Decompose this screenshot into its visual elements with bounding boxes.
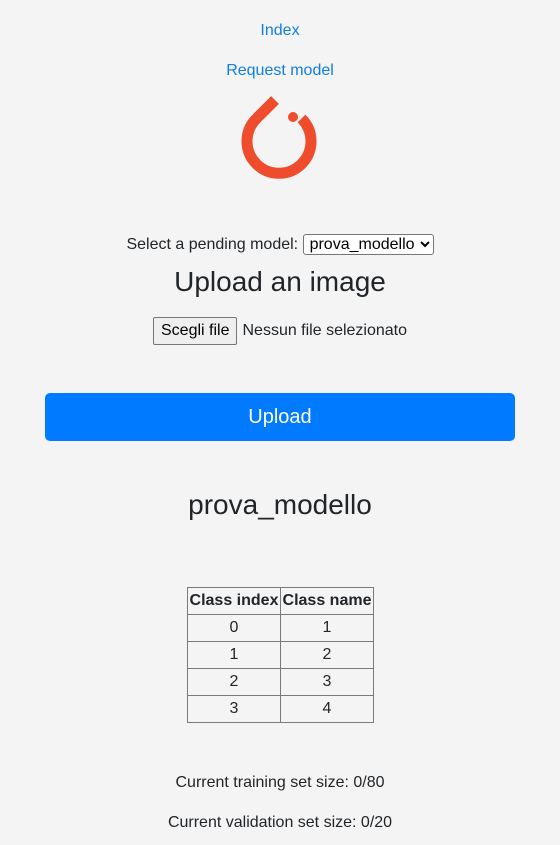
validation-set-size: Current validation set size: 0/20 (167, 814, 393, 831)
class-name-cell: 3 (280, 668, 374, 696)
training-set-size: Current training set size: 0/80 (175, 774, 385, 791)
class-index-cell: 2 (187, 668, 281, 696)
class-name-cell: 4 (280, 695, 374, 723)
index-link[interactable]: Index (0, 21, 560, 41)
table-row: 2 3 (187, 668, 374, 696)
class-name-header: Class name (280, 587, 374, 615)
table-row: 1 2 (187, 641, 374, 669)
class-index-cell: 1 (187, 641, 281, 669)
class-index-cell: 0 (187, 614, 281, 642)
file-input[interactable]: Scegli file Nessun file selezionato (153, 316, 407, 345)
table-row: 0 1 (187, 614, 374, 642)
class-name-cell: 1 (280, 614, 374, 642)
class-index-header: Class index (187, 587, 281, 615)
file-status-text: Nessun file selezionato (242, 321, 408, 339)
class-name-cell: 2 (280, 641, 374, 669)
pending-model-label: Select a pending model: (126, 236, 299, 253)
upload-heading: Upload an image (174, 266, 386, 297)
class-index-cell: 3 (187, 695, 281, 723)
model-title: prova_modello (188, 489, 372, 520)
choose-file-button[interactable]: Scegli file (153, 316, 238, 345)
pending-model-row: Select a pending model: prova_modello (0, 234, 560, 256)
pending-model-select[interactable]: prova_modello (302, 234, 434, 255)
pytorch-logo-icon (241, 96, 317, 179)
request-model-link[interactable]: Request model (0, 61, 560, 81)
class-table: Class index Class name 0 1 1 2 2 3 3 4 (187, 587, 374, 723)
table-header-row: Class index Class name (187, 587, 374, 615)
upload-button[interactable]: Upload (45, 393, 515, 441)
table-row: 3 4 (187, 695, 374, 723)
